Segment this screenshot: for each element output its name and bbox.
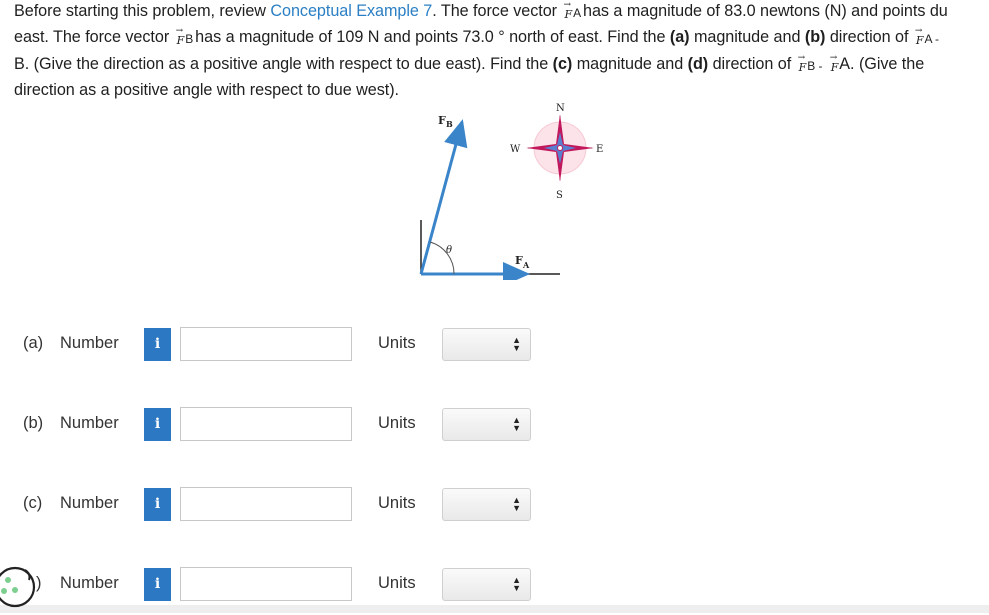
problem-text: has a magnitude of 83.0 newtons (N) and … [583,2,948,20]
fa-label-sub: A [522,260,530,270]
problem-text: east. The force vector [14,28,174,47]
number-input-d[interactable] [180,567,352,601]
compass-w-label: W [510,144,521,155]
number-input-b[interactable] [180,407,352,441]
problem-text: A. (Give the [839,54,925,73]
number-label: Number [60,414,119,432]
cookie-settings-icon[interactable] [0,560,43,610]
part-label: (c) [23,494,43,512]
vector-symbol: F [830,46,839,80]
vector-symbol: F [564,0,573,27]
part-label: (a) [23,334,44,352]
answer-row-b: (b) Number i Units ▲ ▼ [0,406,989,444]
theta-label: θ [446,245,452,256]
problem-line-3: B. (Give the direction as a positive ang… [14,46,989,80]
number-input-c[interactable] [180,487,352,521]
fb-label: F [438,114,446,127]
fa-label: F [515,254,523,267]
problem-text: direction of [825,28,913,47]
select-arrows-icon: ▲ ▼ [512,495,521,513]
vector-symbol: F [798,46,807,80]
problem-text: . The force vector [432,2,562,20]
vector-subscript: A [573,6,582,20]
problem-text: has a magnitude of 109 N and points 73.0… [195,28,670,47]
units-select-c[interactable]: ▲ ▼ [442,488,531,521]
units-label: Units [378,574,416,592]
force-vector-diagram: F B F A θ N S E W [412,100,612,286]
select-arrows-icon: ▲ ▼ [512,575,521,593]
problem-line-1: Before starting this problem, review Con… [14,0,989,25]
problem-statement: Before starting this problem, review Con… [14,0,989,104]
number-label: Number [60,334,119,352]
problem-text: B. (Give the direction as a positive ang… [14,54,553,73]
part-label: (b) [23,414,44,432]
units-select-a[interactable]: ▲ ▼ [442,328,531,361]
select-arrows-icon: ▲ ▼ [512,335,521,353]
units-label: Units [378,414,416,432]
vector-subscript: B [185,32,194,47]
units-label: Units [378,494,416,512]
part-marker: (c) [552,54,573,73]
part-marker: (a) [669,28,690,47]
conceptual-example-link[interactable]: Conceptual Example 7 [270,2,432,20]
answer-row-d: ) Number i Units ▲ ▼ [0,566,989,604]
bottom-scroll-bar [0,605,989,613]
part-marker: (d) [687,54,709,73]
problem-text: magnitude and [689,28,805,47]
compass-e-label: E [596,144,603,155]
number-input-a[interactable] [180,327,352,361]
info-button[interactable]: i [144,328,171,361]
number-label: Number [60,494,119,512]
number-label: Number [60,574,119,592]
info-button[interactable]: i [144,568,171,601]
problem-text: B - [807,58,826,73]
problem-text: A - [924,32,939,47]
problem-line-2: east. The force vector FBhas a magnitude… [14,19,989,53]
compass-rose-icon [526,114,594,182]
units-select-b[interactable]: ▲ ▼ [442,408,531,441]
part-marker: (b) [804,28,826,47]
fb-label-sub: B [446,119,453,129]
compass-n-label: N [556,103,565,114]
problem-text: Before starting this problem, review [14,2,271,20]
vector-symbol: F [915,19,924,53]
units-label: Units [378,334,416,352]
vector-fb-arrow [419,119,468,275]
diagram-svg: F B F A θ N S E W [419,103,603,286]
answer-row-a: (a) Number i Units ▲ ▼ [0,326,989,364]
select-arrows-icon: ▲ ▼ [512,415,521,433]
problem-text: magnitude and [572,54,688,73]
vector-symbol: F [176,19,185,53]
units-select-d[interactable]: ▲ ▼ [442,568,531,601]
answer-row-c: (c) Number i Units ▲ ▼ [0,486,989,524]
compass-s-label: S [556,190,563,201]
problem-text: direction of [708,54,796,73]
info-button[interactable]: i [144,408,171,441]
info-button[interactable]: i [144,488,171,521]
